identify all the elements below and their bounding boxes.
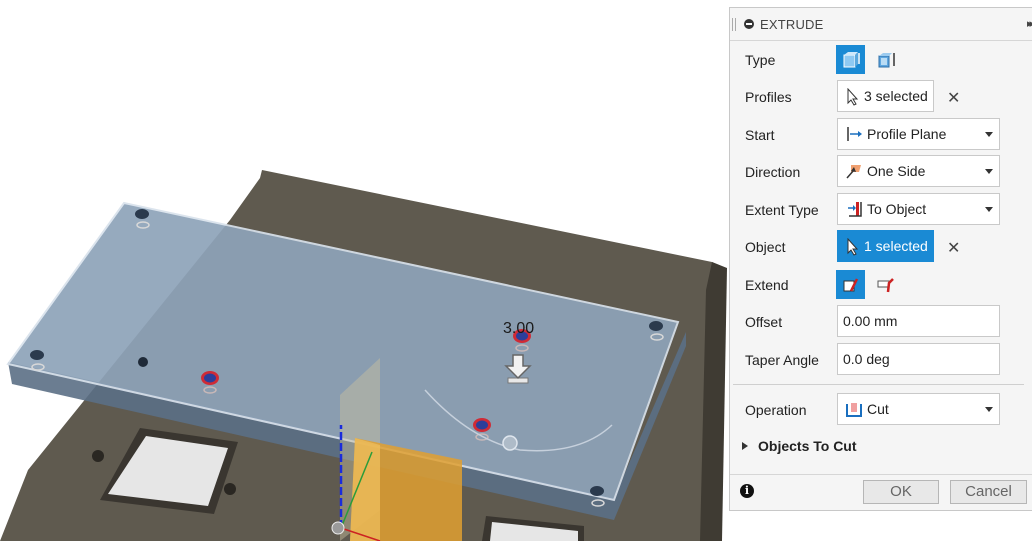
model-canvas[interactable]: 3.00 bbox=[0, 0, 729, 542]
base-hole bbox=[92, 450, 104, 462]
cursor-arrow-icon bbox=[847, 238, 859, 256]
start-value: Profile Plane bbox=[867, 126, 947, 142]
type-thin-button[interactable] bbox=[871, 45, 900, 74]
row-offset: Offset 0.00 mm bbox=[730, 305, 1032, 339]
type-label: Type bbox=[745, 52, 776, 68]
objects-to-cut-label: Objects To Cut bbox=[758, 438, 857, 454]
to-object-icon bbox=[848, 202, 862, 217]
operation-value: Cut bbox=[867, 401, 889, 417]
clear-profiles-icon[interactable]: ✕ bbox=[947, 88, 960, 108]
one-side-icon bbox=[846, 165, 861, 179]
chevron-down-icon bbox=[985, 132, 993, 137]
offset-input[interactable]: 0.00 mm bbox=[837, 305, 1000, 337]
chevron-down-icon bbox=[985, 207, 993, 212]
extent-type-dropdown[interactable]: To Object bbox=[837, 193, 1000, 225]
extend-solid-icon bbox=[843, 277, 858, 292]
base-hole bbox=[224, 483, 236, 495]
info-icon[interactable]: i bbox=[740, 484, 754, 498]
expand-triangle-icon bbox=[742, 442, 748, 450]
row-extend: Extend bbox=[730, 268, 1032, 302]
cut-operation-icon bbox=[846, 403, 862, 417]
cut-profile-edge bbox=[350, 438, 380, 541]
extend-option-2-button[interactable] bbox=[871, 270, 900, 299]
direction-label: Direction bbox=[745, 164, 801, 180]
row-direction: Direction One Side bbox=[730, 155, 1032, 189]
extent-type-value: To Object bbox=[867, 201, 927, 217]
plate-hole bbox=[135, 209, 149, 219]
row-profiles: Profiles 3 selected ✕ bbox=[730, 80, 1032, 114]
profiles-label: Profiles bbox=[745, 89, 792, 105]
clear-object-icon[interactable]: ✕ bbox=[947, 238, 960, 258]
divider bbox=[733, 384, 1024, 385]
direction-dropdown[interactable]: One Side bbox=[837, 155, 1000, 187]
row-object: Object 1 selected ✕ bbox=[730, 230, 1032, 264]
objects-to-cut-section[interactable]: Objects To Cut bbox=[730, 438, 1032, 460]
panel-footer: i OK Cancel bbox=[730, 474, 1032, 511]
profile-plane-icon bbox=[847, 127, 862, 141]
extrude-panel: EXTRUDE ▸▸ Type Profiles 3 selected ✕ St… bbox=[729, 7, 1032, 511]
pivot-handle[interactable] bbox=[502, 435, 518, 451]
cursor-arrow-icon bbox=[847, 88, 859, 106]
cancel-button[interactable]: Cancel bbox=[950, 480, 1027, 504]
extrude-thin-icon bbox=[878, 52, 895, 67]
extend-option-1-button[interactable] bbox=[836, 270, 865, 299]
operation-dropdown[interactable]: Cut bbox=[837, 393, 1000, 425]
object-selection-button[interactable]: 1 selected bbox=[837, 230, 934, 262]
dimension-label[interactable]: 3.00 bbox=[503, 320, 534, 337]
plate-hole bbox=[30, 350, 44, 360]
extend-faces-icon bbox=[877, 277, 894, 292]
row-start: Start Profile Plane bbox=[730, 118, 1032, 152]
direction-value: One Side bbox=[867, 163, 926, 179]
extrude-solid-icon bbox=[843, 51, 860, 67]
offset-label: Offset bbox=[745, 314, 783, 330]
taper-angle-label: Taper Angle bbox=[745, 352, 819, 368]
drag-grip-icon[interactable] bbox=[732, 18, 736, 31]
chevron-down-icon bbox=[985, 407, 993, 412]
panel-title: EXTRUDE bbox=[760, 17, 824, 32]
row-type: Type bbox=[730, 43, 1032, 77]
chevron-down-icon bbox=[985, 169, 993, 174]
extend-label: Extend bbox=[745, 277, 789, 293]
collapse-icon[interactable] bbox=[744, 19, 754, 29]
row-taper-angle: Taper Angle 0.0 deg bbox=[730, 343, 1032, 377]
expand-icon[interactable]: ▸▸ bbox=[1027, 17, 1032, 30]
object-label: Object bbox=[745, 239, 786, 255]
plate-hole bbox=[138, 357, 148, 367]
plate-hole bbox=[590, 486, 604, 496]
ok-button[interactable]: OK bbox=[863, 480, 939, 504]
object-value: 1 selected bbox=[864, 238, 928, 254]
triad-origin[interactable] bbox=[331, 521, 345, 535]
profiles-selection-button[interactable]: 3 selected bbox=[837, 80, 934, 112]
type-one-side-button[interactable] bbox=[836, 45, 865, 74]
row-operation: Operation Cut bbox=[730, 393, 1032, 427]
plate-hole bbox=[649, 321, 663, 331]
operation-label: Operation bbox=[745, 402, 807, 418]
row-extent-type: Extent Type To Object bbox=[730, 193, 1032, 227]
start-dropdown[interactable]: Profile Plane bbox=[837, 118, 1000, 150]
panel-header[interactable]: EXTRUDE ▸▸ bbox=[730, 8, 1032, 41]
extent-type-label: Extent Type bbox=[745, 202, 819, 218]
profiles-value: 3 selected bbox=[864, 88, 928, 104]
taper-angle-input[interactable]: 0.0 deg bbox=[837, 343, 1000, 375]
start-label: Start bbox=[745, 127, 775, 143]
